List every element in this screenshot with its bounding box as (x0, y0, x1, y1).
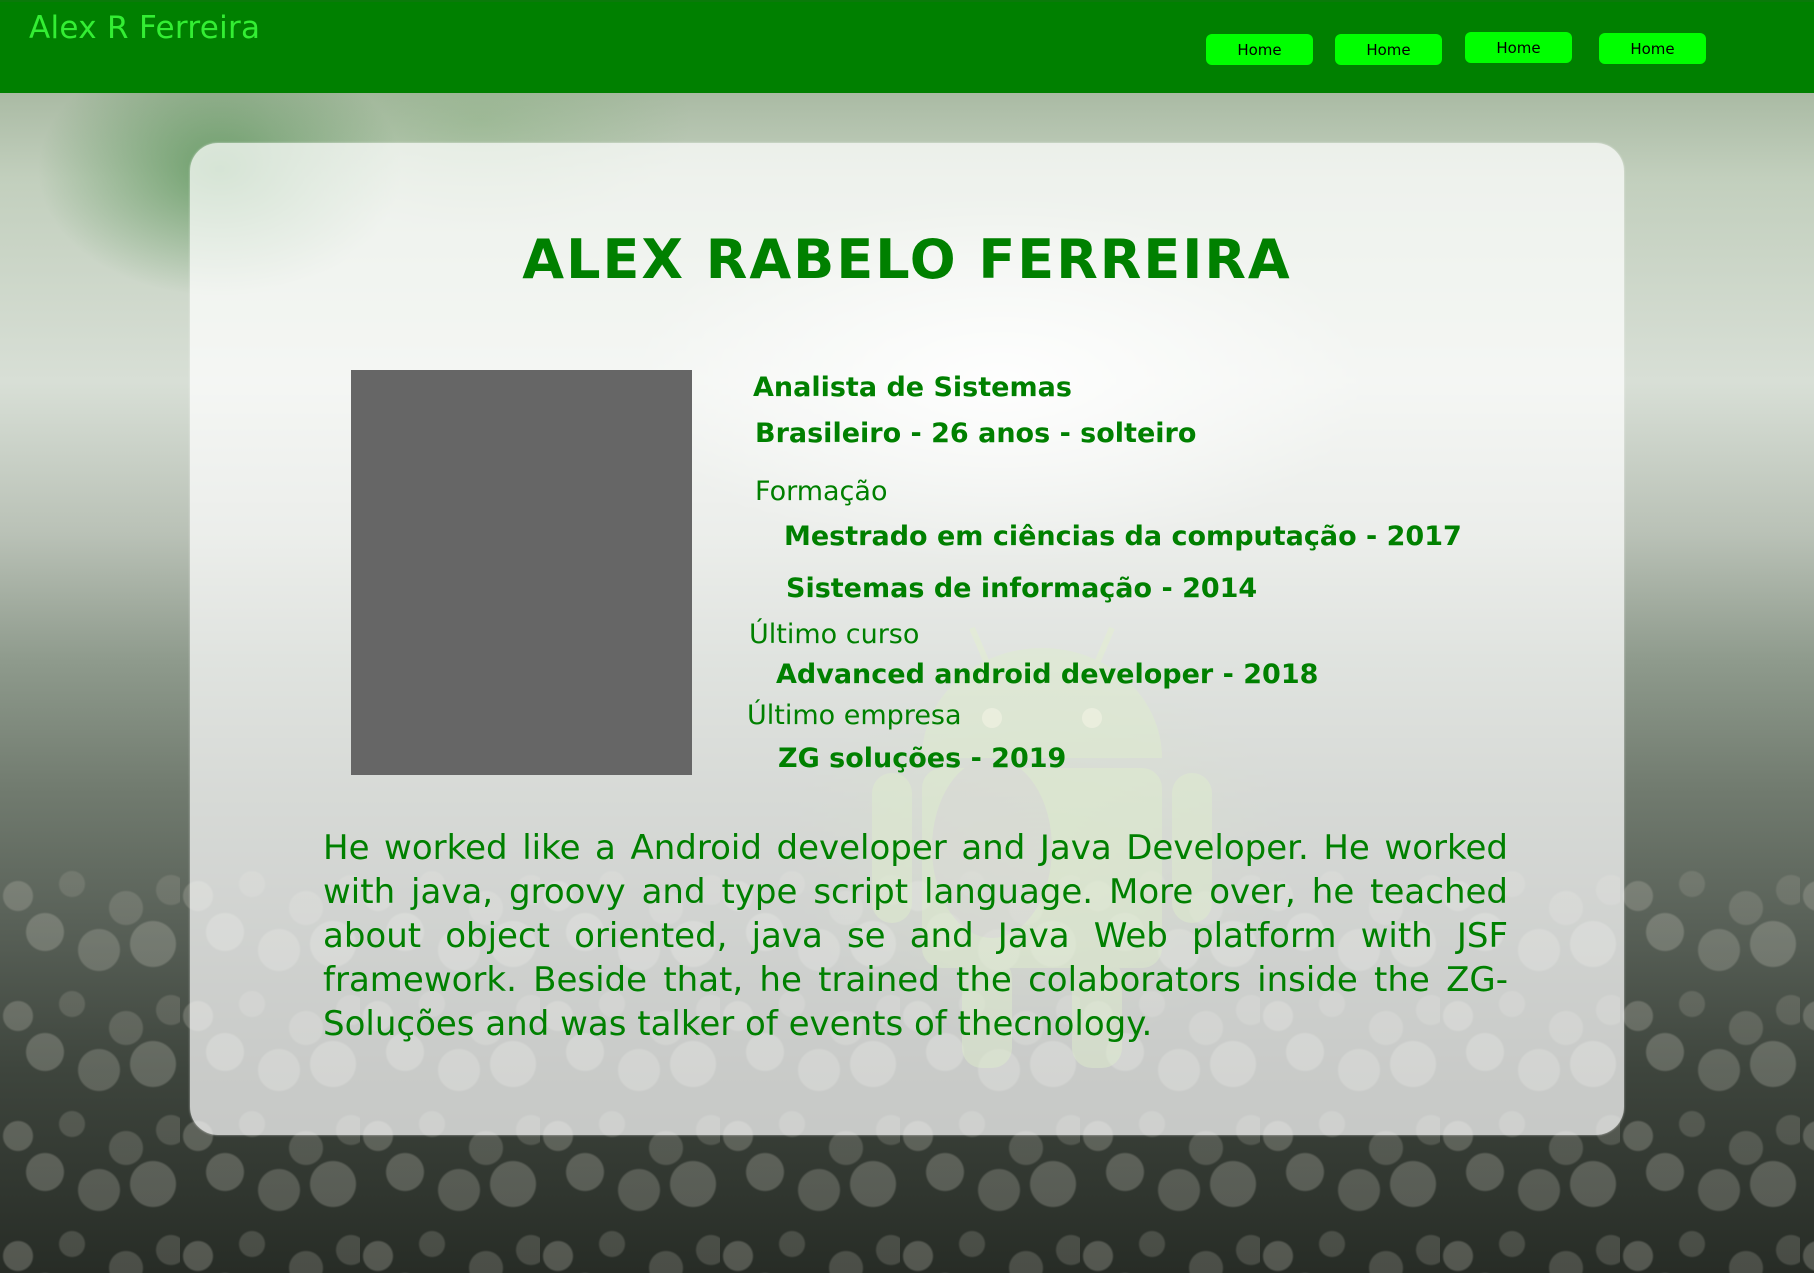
top-navbar: Alex R Ferreira Home Home Home Home (0, 0, 1814, 93)
education-item-bachelor: Sistemas de informação - 2014 (786, 573, 1258, 604)
profile-bio-paragraph: He worked like a Android developer and J… (323, 828, 1508, 1044)
brand-title[interactable]: Alex R Ferreira (29, 10, 260, 46)
nav-home-button-4[interactable]: Home (1599, 33, 1706, 64)
last-course-heading: Último curso (749, 619, 920, 650)
nav-home-button-3[interactable]: Home (1465, 32, 1572, 63)
personal-info-text: Brasileiro - 26 anos - solteiro (755, 418, 1197, 449)
page-background: Alex R Ferreira Home Home Home Home ALEX… (0, 0, 1814, 1273)
last-company-text: ZG soluções - 2019 (778, 743, 1067, 774)
nav-home-button-2[interactable]: Home (1335, 34, 1442, 65)
education-item-masters: Mestrado em ciências da computação - 201… (784, 521, 1462, 552)
profile-name-heading: ALEX RABELO FERREIRA (522, 228, 1292, 291)
nav-home-button-1[interactable]: Home (1206, 34, 1313, 65)
role-text: Analista de Sistemas (753, 372, 1072, 403)
last-course-text: Advanced android developer - 2018 (776, 659, 1319, 690)
profile-photo-placeholder (351, 370, 692, 775)
last-company-heading: Último empresa (747, 700, 962, 731)
education-heading: Formação (755, 476, 888, 507)
